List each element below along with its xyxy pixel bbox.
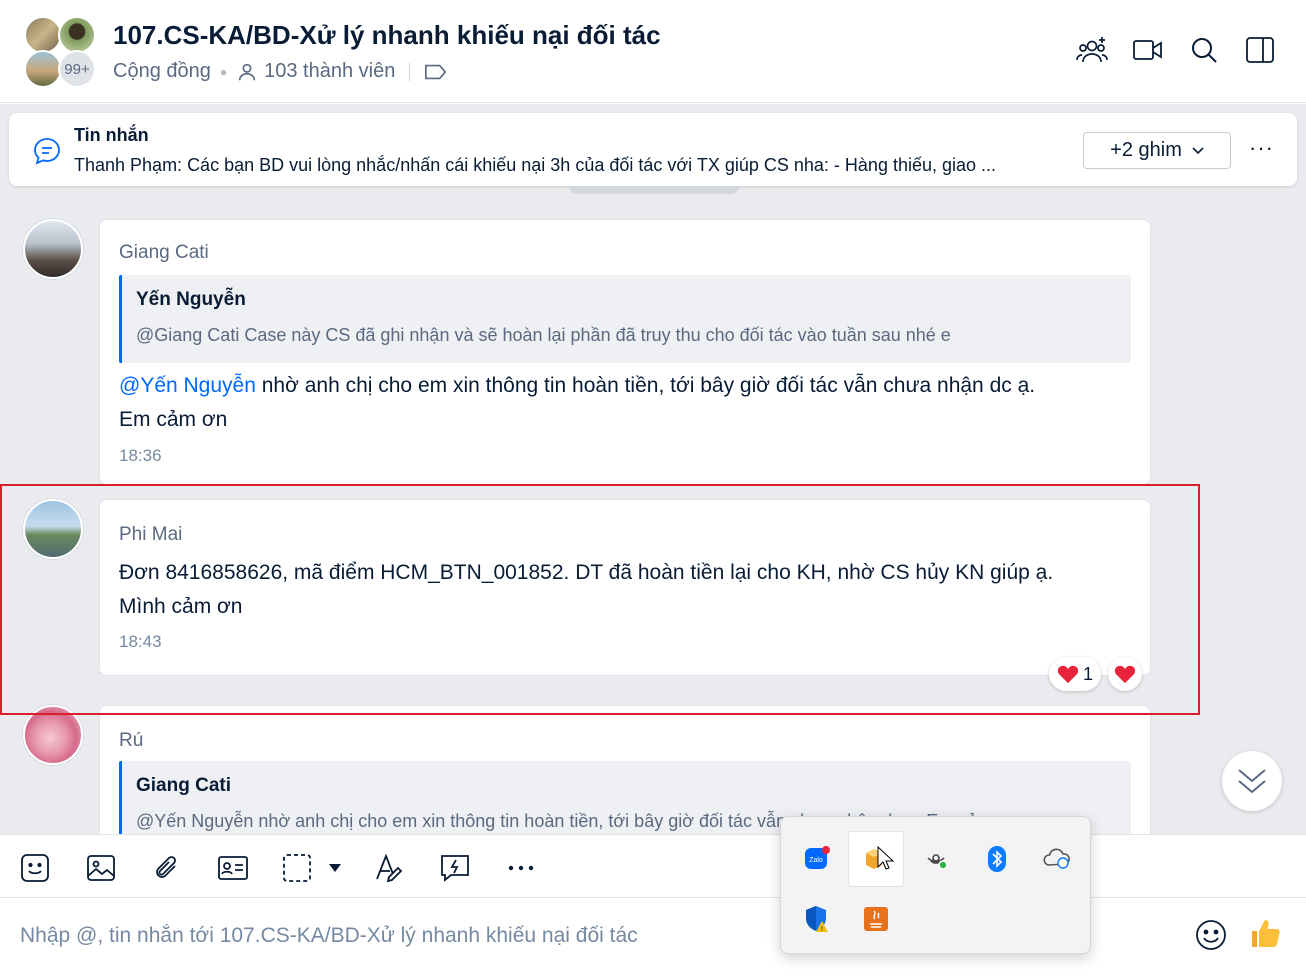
- more-icon[interactable]: [504, 851, 538, 885]
- app-icon[interactable]: [848, 831, 904, 887]
- svg-text:Zalo: Zalo: [809, 857, 823, 864]
- tag-icon[interactable]: [424, 61, 448, 83]
- member-avatar: [58, 16, 96, 54]
- chevron-down-icon: [1192, 146, 1204, 155]
- composer: [0, 898, 1306, 976]
- attach-icon[interactable]: [150, 851, 184, 885]
- highlight-annotation: [0, 484, 1200, 715]
- sender-name[interactable]: Rú: [119, 730, 143, 752]
- pinned-message-banner[interactable]: Tin nhắn Thanh Phạm: Các bạn BD vui lòng…: [9, 113, 1297, 186]
- quoted-message[interactable]: Yến Nguyễn @Giang Cati Case này CS đã gh…: [119, 275, 1131, 363]
- message-bubble-icon: [33, 137, 61, 170]
- system-tray-popup: Zalo !: [780, 816, 1091, 954]
- member-avatar: [24, 50, 62, 88]
- avatar[interactable]: [23, 219, 83, 279]
- pinned-more-button[interactable]: ···: [1249, 135, 1274, 161]
- zalo-icon[interactable]: Zalo: [789, 831, 845, 887]
- composer-toolbar: [0, 834, 1306, 898]
- scroll-to-bottom-button[interactable]: [1222, 751, 1282, 811]
- pinned-text[interactable]: Thanh Phạm: Các bạn BD vui lòng nhắc/nhấ…: [74, 155, 1069, 176]
- screenshot-icon[interactable]: [282, 851, 312, 885]
- member-avatar: [24, 16, 62, 54]
- message-bubble[interactable]: Giang Cati Yến Nguyễn @Giang Cati Case n…: [99, 219, 1151, 485]
- thumbs-up-icon[interactable]: [1248, 916, 1282, 955]
- divider: [409, 62, 411, 81]
- message-input[interactable]: [20, 918, 760, 954]
- separator-dot: ●: [219, 64, 228, 79]
- screenshot-options-icon[interactable]: [322, 851, 348, 885]
- sender-name[interactable]: Giang Cati: [119, 242, 209, 264]
- quote-author: Yến Nguyễn: [136, 289, 246, 310]
- contact-card-icon[interactable]: [216, 851, 250, 885]
- defender-icon[interactable]: !: [789, 891, 845, 947]
- add-member-icon[interactable]: [1076, 34, 1108, 66]
- sticker-icon[interactable]: [18, 851, 52, 885]
- quick-message-icon[interactable]: [438, 851, 472, 885]
- message-text: @Yến Nguyễn nhờ anh chị cho em xin thông…: [119, 369, 1035, 437]
- pinned-label: Tin nhắn: [74, 125, 149, 145]
- member-icon: [236, 61, 258, 83]
- member-count[interactable]: 103 thành viên: [264, 60, 395, 83]
- java-icon[interactable]: [848, 891, 904, 947]
- group-avatar[interactable]: 99+: [22, 16, 98, 92]
- quote-text: @Giang Cati Case này CS đã ghi nhận và s…: [136, 325, 951, 345]
- pinned-collapse-tab[interactable]: [569, 186, 739, 194]
- mention-link[interactable]: @Yến Nguyễn: [119, 374, 256, 397]
- message-line: Em cảm ơn: [119, 408, 228, 431]
- member-overflow-count: 99+: [58, 50, 96, 88]
- image-icon[interactable]: [84, 851, 118, 885]
- video-call-icon[interactable]: [1132, 34, 1164, 66]
- bluetooth-icon[interactable]: [969, 831, 1025, 887]
- emoji-icon[interactable]: [1194, 918, 1228, 957]
- format-text-icon[interactable]: [372, 851, 406, 885]
- double-chevron-down-icon: [1236, 766, 1268, 796]
- conversation-header: 99+ 107.CS-KA/BD-Xử lý nhanh khiếu nại đ…: [0, 0, 1306, 103]
- message-time: 18:36: [119, 446, 162, 465]
- hotspot-icon[interactable]: [909, 831, 965, 887]
- quote-author: Giang Cati: [136, 775, 232, 796]
- conversation-subtitle: Cộng đồng ● 103 thành viên: [113, 60, 448, 83]
- search-icon[interactable]: [1188, 34, 1220, 66]
- more-pins-label: +2 ghim: [1110, 139, 1182, 161]
- more-pins-button[interactable]: +2 ghim: [1083, 132, 1231, 169]
- conversation-title[interactable]: 107.CS-KA/BD-Xử lý nhanh khiếu nại đối t…: [113, 20, 661, 51]
- sidebar-toggle-icon[interactable]: [1244, 34, 1276, 66]
- svg-text:!: !: [821, 926, 823, 933]
- onedrive-icon[interactable]: [1029, 831, 1085, 887]
- message-line: nhờ anh chị cho em xin thông tin hoàn ti…: [255, 374, 1036, 397]
- community-label: Cộng đồng: [113, 60, 211, 82]
